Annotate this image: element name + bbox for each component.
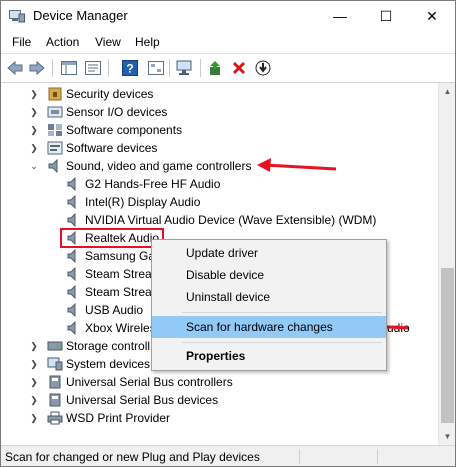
status-bar: Scan for changed or new Plug and Play de… [1, 445, 455, 466]
context-item-disable-device[interactable]: Disable device [152, 264, 386, 286]
context-menu-divider [182, 342, 382, 343]
scroll-down-icon[interactable]: ▼ [439, 428, 455, 445]
context-item-update-driver[interactable]: Update driver [152, 242, 386, 264]
status-bar-divider [377, 449, 378, 464]
vertical-scrollbar[interactable]: ▲ ▼ [438, 83, 455, 445]
context-menu-divider [182, 312, 382, 313]
annotation-arrow-category [257, 158, 337, 172]
context-item-uninstall-device[interactable]: Uninstall device [152, 286, 386, 308]
annotation-arrows [257, 158, 409, 332]
scroll-up-icon[interactable]: ▲ [439, 83, 455, 100]
status-text: Scan for changed or new Plug and Play de… [5, 450, 260, 464]
context-item-scan-for-hardware-changes[interactable]: Scan for hardware changes [152, 316, 386, 338]
scrollbar-thumb[interactable] [441, 268, 454, 423]
context-menu: Update driver Disable device Uninstall d… [151, 239, 387, 371]
status-bar-divider [299, 449, 300, 464]
device-manager-window: Device Manager — ☐ ✕ File Action View He… [0, 0, 456, 467]
context-item-properties[interactable]: Properties [152, 345, 386, 367]
